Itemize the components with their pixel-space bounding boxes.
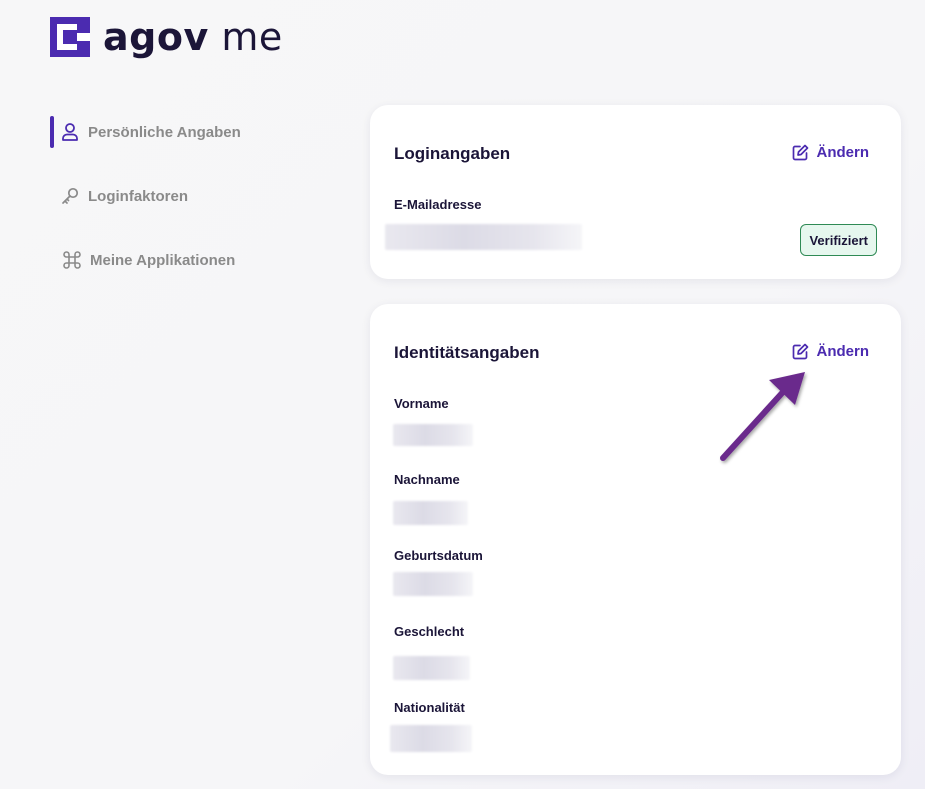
login-card: Loginangaben Ändern E-Mailadresse Verifi… — [370, 105, 901, 279]
sidebar-nav: Persönliche Angaben Loginfaktoren Meine … — [50, 116, 310, 308]
sidebar-item-label: Loginfaktoren — [88, 188, 188, 205]
verified-badge: Verifiziert — [800, 224, 877, 256]
logo-text-bold: agov — [103, 15, 209, 59]
key-icon — [62, 187, 79, 204]
active-indicator — [50, 116, 54, 148]
edit-icon — [792, 144, 808, 161]
email-value-redacted — [385, 224, 582, 250]
sidebar-item-label: Persönliche Angaben — [88, 124, 241, 141]
sidebar-item-label: Meine Applikationen — [90, 252, 236, 269]
field-label-nationalitaet: Nationalität — [394, 700, 465, 715]
identity-card: Identitätsangaben Ändern Vorname Nachnam… — [370, 304, 901, 775]
field-value-redacted — [393, 572, 473, 596]
user-icon — [62, 123, 78, 141]
field-value-redacted — [390, 725, 472, 752]
sidebar-item-meine-applikationen[interactable]: Meine Applikationen — [50, 244, 310, 276]
logo-wordmark: agov me — [103, 17, 283, 57]
field-label-vorname: Vorname — [394, 396, 449, 411]
app-logo[interactable]: agov me — [50, 17, 283, 57]
sidebar-item-loginfaktoren[interactable]: Loginfaktoren — [50, 180, 310, 212]
login-card-title: Loginangaben — [394, 144, 511, 163]
field-label-geburtsdatum: Geburtsdatum — [394, 548, 483, 563]
field-value-redacted — [393, 501, 468, 525]
edit-label: Ändern — [816, 144, 870, 161]
field-value-redacted — [393, 424, 473, 446]
field-label-geschlecht: Geschlecht — [394, 624, 465, 639]
logo-text-light: me — [221, 15, 283, 59]
command-icon — [63, 251, 81, 269]
agov-logo-icon — [50, 17, 90, 57]
login-edit-button[interactable]: Ändern — [792, 144, 870, 161]
edit-icon — [792, 343, 808, 360]
field-label-nachname: Nachname — [394, 472, 460, 487]
edit-label: Ändern — [816, 343, 870, 360]
identity-edit-button[interactable]: Ändern — [792, 343, 870, 360]
email-label: E-Mailadresse — [394, 197, 482, 212]
identity-card-title: Identitätsangaben — [394, 343, 540, 362]
sidebar-item-persoenliche-angaben[interactable]: Persönliche Angaben — [50, 116, 310, 148]
field-value-redacted — [393, 656, 470, 680]
